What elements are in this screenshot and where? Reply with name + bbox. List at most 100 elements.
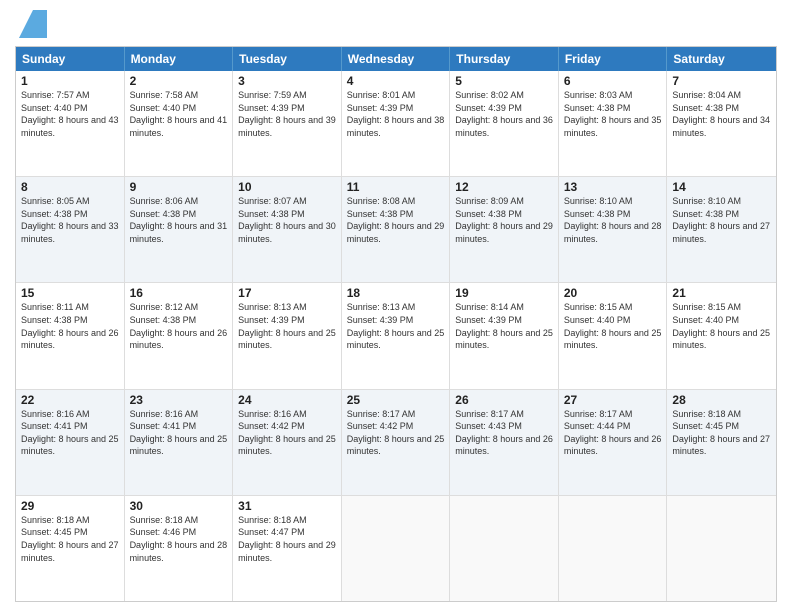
page: SundayMondayTuesdayWednesdayThursdayFrid…	[0, 0, 792, 612]
day-cell-12: 12Sunrise: 8:09 AMSunset: 4:38 PMDayligh…	[450, 177, 559, 282]
calendar: SundayMondayTuesdayWednesdayThursdayFrid…	[15, 46, 777, 602]
day-cell-16: 16Sunrise: 8:12 AMSunset: 4:38 PMDayligh…	[125, 283, 234, 388]
day-cell-3: 3Sunrise: 7:59 AMSunset: 4:39 PMDaylight…	[233, 71, 342, 176]
day-info: Sunrise: 8:16 AMSunset: 4:41 PMDaylight:…	[21, 408, 119, 458]
calendar-row-2: 8Sunrise: 8:05 AMSunset: 4:38 PMDaylight…	[16, 176, 776, 282]
day-number: 29	[21, 499, 119, 513]
day-cell-24: 24Sunrise: 8:16 AMSunset: 4:42 PMDayligh…	[233, 390, 342, 495]
day-info: Sunrise: 8:11 AMSunset: 4:38 PMDaylight:…	[21, 301, 119, 351]
day-number: 27	[564, 393, 662, 407]
day-number: 15	[21, 286, 119, 300]
day-number: 4	[347, 74, 445, 88]
day-number: 21	[672, 286, 771, 300]
day-info: Sunrise: 8:18 AMSunset: 4:45 PMDaylight:…	[672, 408, 771, 458]
day-cell-28: 28Sunrise: 8:18 AMSunset: 4:45 PMDayligh…	[667, 390, 776, 495]
day-info: Sunrise: 8:18 AMSunset: 4:45 PMDaylight:…	[21, 514, 119, 564]
day-number: 11	[347, 180, 445, 194]
day-cell-10: 10Sunrise: 8:07 AMSunset: 4:38 PMDayligh…	[233, 177, 342, 282]
day-cell-30: 30Sunrise: 8:18 AMSunset: 4:46 PMDayligh…	[125, 496, 234, 601]
day-info: Sunrise: 8:05 AMSunset: 4:38 PMDaylight:…	[21, 195, 119, 245]
empty-cell	[450, 496, 559, 601]
day-number: 9	[130, 180, 228, 194]
day-cell-20: 20Sunrise: 8:15 AMSunset: 4:40 PMDayligh…	[559, 283, 668, 388]
day-cell-7: 7Sunrise: 8:04 AMSunset: 4:38 PMDaylight…	[667, 71, 776, 176]
day-cell-17: 17Sunrise: 8:13 AMSunset: 4:39 PMDayligh…	[233, 283, 342, 388]
empty-cell	[342, 496, 451, 601]
day-info: Sunrise: 8:13 AMSunset: 4:39 PMDaylight:…	[238, 301, 336, 351]
day-info: Sunrise: 8:06 AMSunset: 4:38 PMDaylight:…	[130, 195, 228, 245]
day-number: 25	[347, 393, 445, 407]
day-info: Sunrise: 7:59 AMSunset: 4:39 PMDaylight:…	[238, 89, 336, 139]
header-day-friday: Friday	[559, 47, 668, 71]
day-info: Sunrise: 8:14 AMSunset: 4:39 PMDaylight:…	[455, 301, 553, 351]
day-number: 31	[238, 499, 336, 513]
day-cell-14: 14Sunrise: 8:10 AMSunset: 4:38 PMDayligh…	[667, 177, 776, 282]
day-cell-4: 4Sunrise: 8:01 AMSunset: 4:39 PMDaylight…	[342, 71, 451, 176]
day-info: Sunrise: 8:04 AMSunset: 4:38 PMDaylight:…	[672, 89, 771, 139]
day-info: Sunrise: 8:01 AMSunset: 4:39 PMDaylight:…	[347, 89, 445, 139]
day-info: Sunrise: 8:03 AMSunset: 4:38 PMDaylight:…	[564, 89, 662, 139]
logo	[15, 10, 47, 38]
day-number: 1	[21, 74, 119, 88]
day-cell-23: 23Sunrise: 8:16 AMSunset: 4:41 PMDayligh…	[125, 390, 234, 495]
day-number: 19	[455, 286, 553, 300]
day-number: 10	[238, 180, 336, 194]
day-cell-2: 2Sunrise: 7:58 AMSunset: 4:40 PMDaylight…	[125, 71, 234, 176]
day-info: Sunrise: 8:15 AMSunset: 4:40 PMDaylight:…	[564, 301, 662, 351]
day-number: 30	[130, 499, 228, 513]
day-cell-9: 9Sunrise: 8:06 AMSunset: 4:38 PMDaylight…	[125, 177, 234, 282]
day-cell-22: 22Sunrise: 8:16 AMSunset: 4:41 PMDayligh…	[16, 390, 125, 495]
header	[15, 10, 777, 38]
calendar-header: SundayMondayTuesdayWednesdayThursdayFrid…	[16, 47, 776, 71]
header-day-saturday: Saturday	[667, 47, 776, 71]
header-day-thursday: Thursday	[450, 47, 559, 71]
day-info: Sunrise: 8:07 AMSunset: 4:38 PMDaylight:…	[238, 195, 336, 245]
calendar-row-4: 22Sunrise: 8:16 AMSunset: 4:41 PMDayligh…	[16, 389, 776, 495]
calendar-body: 1Sunrise: 7:57 AMSunset: 4:40 PMDaylight…	[16, 71, 776, 601]
day-info: Sunrise: 7:57 AMSunset: 4:40 PMDaylight:…	[21, 89, 119, 139]
day-cell-21: 21Sunrise: 8:15 AMSunset: 4:40 PMDayligh…	[667, 283, 776, 388]
day-info: Sunrise: 7:58 AMSunset: 4:40 PMDaylight:…	[130, 89, 228, 139]
logo-icon	[19, 10, 47, 38]
header-day-wednesday: Wednesday	[342, 47, 451, 71]
day-info: Sunrise: 8:17 AMSunset: 4:44 PMDaylight:…	[564, 408, 662, 458]
day-info: Sunrise: 8:16 AMSunset: 4:41 PMDaylight:…	[130, 408, 228, 458]
day-info: Sunrise: 8:12 AMSunset: 4:38 PMDaylight:…	[130, 301, 228, 351]
day-info: Sunrise: 8:10 AMSunset: 4:38 PMDaylight:…	[564, 195, 662, 245]
day-number: 26	[455, 393, 553, 407]
day-cell-8: 8Sunrise: 8:05 AMSunset: 4:38 PMDaylight…	[16, 177, 125, 282]
calendar-row-5: 29Sunrise: 8:18 AMSunset: 4:45 PMDayligh…	[16, 495, 776, 601]
day-cell-31: 31Sunrise: 8:18 AMSunset: 4:47 PMDayligh…	[233, 496, 342, 601]
day-number: 3	[238, 74, 336, 88]
day-number: 14	[672, 180, 771, 194]
day-number: 23	[130, 393, 228, 407]
day-cell-26: 26Sunrise: 8:17 AMSunset: 4:43 PMDayligh…	[450, 390, 559, 495]
empty-cell	[559, 496, 668, 601]
calendar-row-1: 1Sunrise: 7:57 AMSunset: 4:40 PMDaylight…	[16, 71, 776, 176]
header-day-monday: Monday	[125, 47, 234, 71]
calendar-row-3: 15Sunrise: 8:11 AMSunset: 4:38 PMDayligh…	[16, 282, 776, 388]
header-day-tuesday: Tuesday	[233, 47, 342, 71]
empty-cell	[667, 496, 776, 601]
day-info: Sunrise: 8:17 AMSunset: 4:43 PMDaylight:…	[455, 408, 553, 458]
day-cell-25: 25Sunrise: 8:17 AMSunset: 4:42 PMDayligh…	[342, 390, 451, 495]
day-info: Sunrise: 8:02 AMSunset: 4:39 PMDaylight:…	[455, 89, 553, 139]
day-cell-1: 1Sunrise: 7:57 AMSunset: 4:40 PMDaylight…	[16, 71, 125, 176]
day-info: Sunrise: 8:18 AMSunset: 4:46 PMDaylight:…	[130, 514, 228, 564]
day-info: Sunrise: 8:16 AMSunset: 4:42 PMDaylight:…	[238, 408, 336, 458]
day-cell-13: 13Sunrise: 8:10 AMSunset: 4:38 PMDayligh…	[559, 177, 668, 282]
day-number: 8	[21, 180, 119, 194]
day-cell-5: 5Sunrise: 8:02 AMSunset: 4:39 PMDaylight…	[450, 71, 559, 176]
day-info: Sunrise: 8:10 AMSunset: 4:38 PMDaylight:…	[672, 195, 771, 245]
header-day-sunday: Sunday	[16, 47, 125, 71]
day-number: 16	[130, 286, 228, 300]
day-number: 12	[455, 180, 553, 194]
day-cell-18: 18Sunrise: 8:13 AMSunset: 4:39 PMDayligh…	[342, 283, 451, 388]
day-number: 2	[130, 74, 228, 88]
day-number: 22	[21, 393, 119, 407]
day-info: Sunrise: 8:08 AMSunset: 4:38 PMDaylight:…	[347, 195, 445, 245]
day-info: Sunrise: 8:18 AMSunset: 4:47 PMDaylight:…	[238, 514, 336, 564]
day-cell-19: 19Sunrise: 8:14 AMSunset: 4:39 PMDayligh…	[450, 283, 559, 388]
day-cell-27: 27Sunrise: 8:17 AMSunset: 4:44 PMDayligh…	[559, 390, 668, 495]
day-number: 5	[455, 74, 553, 88]
